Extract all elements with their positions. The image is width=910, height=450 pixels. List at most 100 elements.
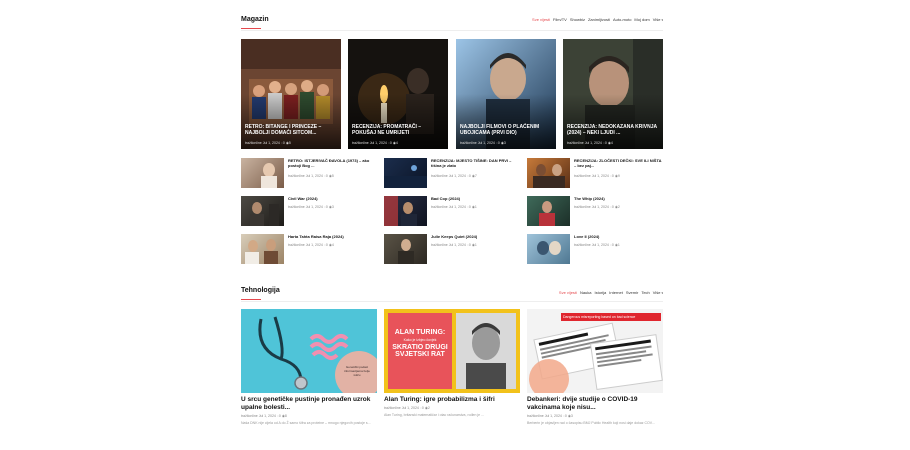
meta-author: tražilonline	[431, 243, 448, 247]
filter-auto-moto[interactable]: Auto-moto	[613, 17, 631, 22]
featured-card-4[interactable]: RECENZIJA: NEDOKAZANA KRIVNJA (2024) – n…	[563, 39, 663, 149]
list-item-title[interactable]: Love II (2024)	[574, 234, 664, 239]
meta-date: Jul 1, 2024	[369, 141, 387, 145]
meta-views: 1	[474, 243, 477, 247]
filter-film-tv[interactable]: Film/TV	[553, 17, 567, 22]
meta-author: tražilonline	[241, 414, 258, 418]
meta-comments: 0	[497, 141, 500, 145]
list-item-title[interactable]: Julie Keeps Quiet (2024)	[431, 234, 521, 239]
filter-sve-vijesti[interactable]: Sve vijesti	[559, 290, 577, 295]
filter-more[interactable]: Više▾	[653, 290, 663, 295]
filter-nauka[interactable]: Nauka	[580, 290, 592, 295]
meta-author: tražilonline	[384, 406, 401, 410]
meta-date: Jul 1, 2024	[591, 174, 609, 178]
list-item-meta: tražilonline Jul 1, 2024 ◌0 ◉1	[431, 205, 477, 209]
sticker-label: Genetički podaci informacijama bolje ist…	[339, 365, 375, 377]
meta-comments: 0	[604, 141, 607, 145]
tech-image-3: Dangerous misreporting based on bad scie…	[527, 309, 663, 393]
tech-card-1[interactable]: Genetički podaci informacijama bolje ist…	[241, 309, 377, 426]
list-item-title[interactable]: Bad Cop (2024)	[431, 196, 521, 201]
tehnologija-header: Tehnologija Sve vijesti Nauka Istorija I…	[241, 287, 663, 302]
meta-comments: 0	[325, 174, 328, 178]
filter-zanimljivosti[interactable]: Zanimljivosti	[588, 17, 610, 22]
filter-internet[interactable]: Internet	[609, 290, 623, 295]
meta-comments: 0	[468, 243, 471, 247]
meta-comments: 0	[325, 243, 328, 247]
meta-author: tražilonline	[245, 141, 262, 145]
magazin-filters: Sve vijesti Film/TV Showbiz Zanimljivost…	[532, 17, 663, 22]
list-item-title[interactable]: RECENZIJA: ZLOČESTI DEČKI: SVE ILI NIŠTA…	[574, 158, 664, 168]
tehnologija-title: Tehnologija	[241, 287, 280, 294]
meta-views: 4	[331, 243, 334, 247]
meta-author: tražilonline	[431, 205, 448, 209]
meta-views: 3	[503, 141, 506, 145]
meta-views: 3	[331, 205, 334, 209]
magazin-header: Magazin Sve vijesti Film/TV Showbiz Zani…	[241, 16, 663, 31]
featured-title[interactable]: RECENZIJA: PROMATRAČI – pokušaj ne umrij…	[352, 124, 444, 136]
meta-author: tražilonline	[574, 174, 591, 178]
tech-card-meta: tražilonline Jul 1, 2024 ◌0 ◉2	[384, 406, 520, 410]
list-item-title[interactable]: Civil War (2024)	[288, 196, 378, 201]
filter-tech[interactable]: Tech	[641, 290, 649, 295]
meta-author: tražilonline	[288, 174, 305, 178]
tech-card-title[interactable]: U srcu genetičke pustinje pronađen uzrok…	[241, 396, 377, 412]
list-item-meta: tražilonline Jul 1, 2024 ◌0 ◉2	[574, 205, 620, 209]
meta-date: Jul 1, 2024	[591, 205, 609, 209]
featured-title[interactable]: RECENZIJA: NEDOKAZANA KRIVNJA (2024) – n…	[567, 124, 659, 136]
meta-views: 1	[617, 243, 620, 247]
filter-svemir[interactable]: Svemir	[626, 290, 638, 295]
meta-comments: 0	[468, 174, 471, 178]
meta-author: tražilonline	[288, 243, 305, 247]
list-item-meta: tražilonline Jul 1, 2024 ◌0 ◉9	[574, 174, 620, 178]
meta-author: tražilonline	[567, 141, 584, 145]
tech-card-excerpt: Berberin je objavljen rad o časopisu BMJ…	[527, 421, 655, 425]
meta-views: 2	[427, 406, 430, 410]
meta-date: Jul 1, 2024	[477, 141, 495, 145]
section-accent-line	[241, 28, 261, 29]
featured-card-1[interactable]: RETRO: BITANGE I PRINCEZE – najbolji dom…	[241, 39, 341, 149]
list-item-meta: tražilonline Jul 1, 2024 ◌0 ◉1	[431, 243, 477, 247]
turing-line: SKRATIO DRUGI	[392, 344, 448, 351]
meta-views: 5	[331, 174, 334, 178]
tech-card-3[interactable]: Dangerous misreporting based on bad scie…	[527, 309, 663, 426]
filter-showbiz[interactable]: Showbiz	[570, 17, 585, 22]
meta-date: Jul 1, 2024	[305, 205, 323, 209]
tech-card-title[interactable]: Debankeri: dvije studije o COVID-19 vakc…	[527, 396, 663, 412]
meta-author: tražilonline	[527, 414, 544, 418]
filter-sve-vijesti[interactable]: Sve vijesti	[532, 17, 550, 22]
tech-card-2[interactable]: ALAN TURING: Kako je izbjeo čovjek SKRAT…	[384, 309, 520, 418]
meta-views: 2	[617, 205, 620, 209]
list-item-title[interactable]: RECENZIJA: MJESTO TIŠINE: DAN PRVI – tiš…	[431, 158, 521, 168]
meta-author: tražilonline	[288, 205, 305, 209]
meta-comments: 0	[468, 205, 471, 209]
tech-card-meta: tražilonline Jul 1, 2024 ◌0 ◉8	[241, 414, 377, 418]
meta-views: 9	[617, 174, 620, 178]
meta-date: Jul 1, 2024	[584, 141, 602, 145]
list-item-title[interactable]: RETRO: ISTJERIVAČ ĐAVOLA (1973) – ako po…	[288, 158, 378, 168]
featured-title[interactable]: RETRO: BITANGE I PRINCEZE – najbolji dom…	[245, 124, 337, 136]
meta-date: Jul 1, 2024	[591, 243, 609, 247]
filter-more-label: Više	[652, 17, 661, 22]
meta-date: Jul 1, 2024	[448, 205, 466, 209]
tech-card-title[interactable]: Alan Turing: igre probabilizma i šifri	[384, 396, 520, 404]
filter-more-label: Više	[652, 290, 661, 295]
meta-comments: 0	[611, 243, 614, 247]
filter-istorija[interactable]: Istorija	[595, 290, 607, 295]
featured-card-3[interactable]: NAJBOLJI FILMOVI O PLAĆENIM UBOJICAMA (p…	[456, 39, 556, 149]
meta-views: 4	[610, 141, 613, 145]
list-thumbnail	[384, 196, 427, 226]
meta-date: Jul 1, 2024	[305, 243, 323, 247]
meta-views: 5	[288, 141, 291, 145]
featured-title[interactable]: NAJBOLJI FILMOVI O PLAĆENIM UBOJICAMA (p…	[460, 124, 552, 136]
list-item-meta: tražilonline Jul 1, 2024 ◌0 ◉7	[431, 174, 477, 178]
turing-line: Kako je izbjeo čovjek	[403, 338, 437, 342]
filter-more[interactable]: Više▾	[653, 17, 663, 22]
list-thumbnail	[241, 158, 284, 188]
featured-card-2[interactable]: RECENZIJA: PROMATRAČI – pokušaj ne umrij…	[348, 39, 448, 149]
meta-author: tražilonline	[431, 174, 448, 178]
list-item-title[interactable]: The Whip (2024)	[574, 196, 664, 201]
list-item-title[interactable]: Harta Tahta Raisa Raja (2024)	[288, 234, 378, 239]
section-divider	[241, 301, 663, 302]
filter-moj-dom[interactable]: Moj dom	[634, 17, 649, 22]
list-thumbnail	[241, 234, 284, 264]
